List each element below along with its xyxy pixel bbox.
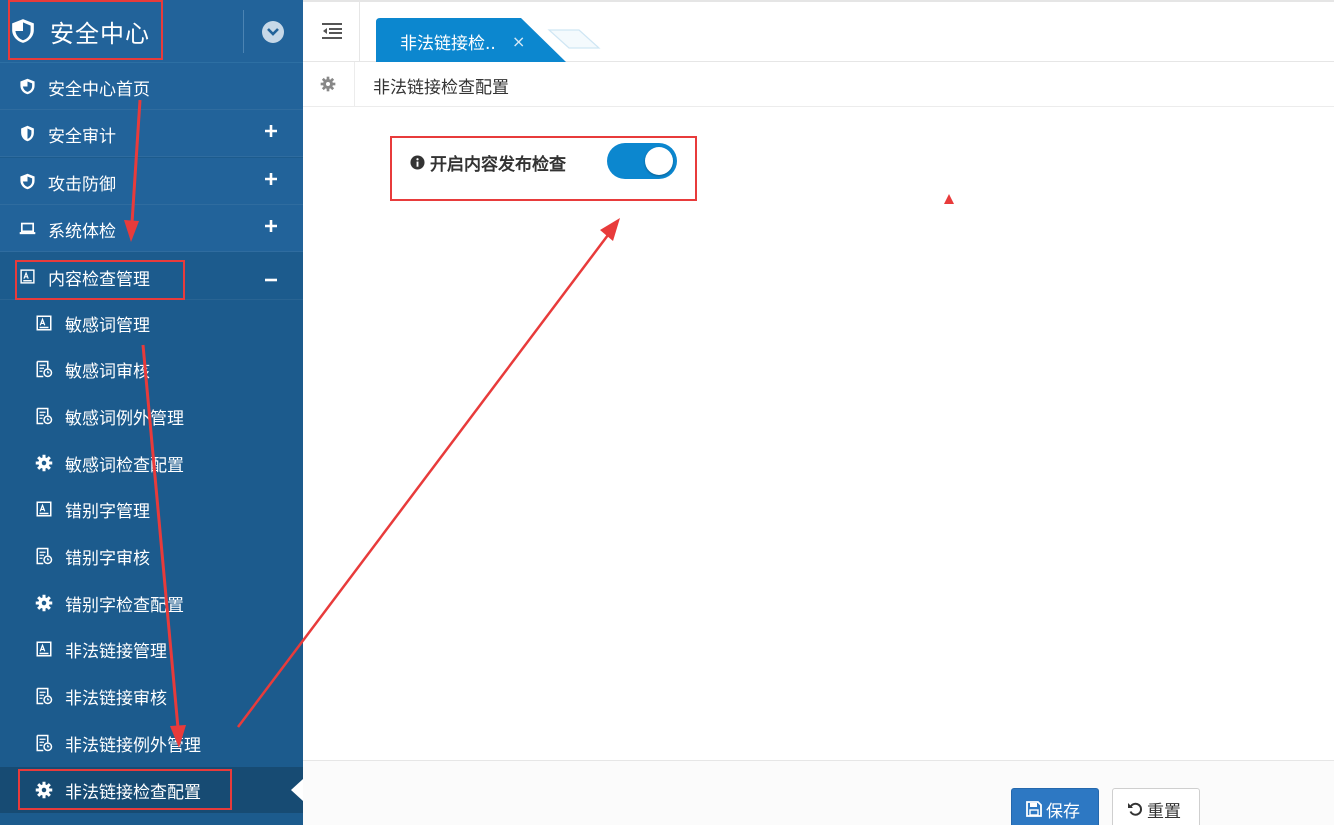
plus-icon[interactable] [264, 124, 278, 138]
plus-icon[interactable] [264, 219, 278, 233]
sidebar-subitem-typo-config[interactable]: 错别字检查配置 [0, 580, 303, 626]
document-a-icon [36, 501, 52, 517]
sidebar-subitem-sensitive-word-config[interactable]: 敏感词检查配置 [0, 440, 303, 486]
shield-half-icon [21, 125, 34, 142]
sidebar-subitem-illegal-link-exception[interactable]: 非法链接例外管理 [0, 720, 303, 766]
breadcrumb: 非法链接检查配置 [303, 62, 1334, 107]
close-icon[interactable]: × [512, 32, 525, 51]
sidebar-subitem-label: 非法链接管理 [65, 642, 167, 662]
sidebar-subitem-label: 敏感词检查配置 [65, 456, 184, 476]
sidebar-subitem-label: 错别字检查配置 [65, 596, 184, 616]
collapse-button[interactable] [262, 21, 284, 43]
sidebar-subitem-sensitive-word-manage[interactable]: 敏感词管理 [0, 300, 303, 346]
header-divider [243, 10, 244, 53]
save-button[interactable]: 保存 [1011, 788, 1099, 825]
menu-toggle-button[interactable] [303, 2, 360, 62]
document-a-icon [36, 641, 52, 657]
annotation-box-toggle-field [390, 136, 697, 201]
document-clock-icon [36, 687, 53, 705]
shield-icon [20, 78, 35, 95]
undo-icon [1128, 802, 1143, 816]
form-footer: 保存 重置 [303, 760, 1334, 825]
save-button-label: 保存 [1046, 801, 1080, 822]
sidebar-subitem-label: 错别字管理 [65, 502, 150, 522]
sidebar-item-label: 安全中心首页 [48, 80, 150, 100]
sidebar-subitem-sensitive-word-review[interactable]: 敏感词审核 [0, 346, 303, 392]
sidebar-item-label: 安全审计 [48, 127, 116, 147]
sidebar-item-label: 系统体检 [48, 222, 116, 242]
sidebar-subitem-illegal-link-review[interactable]: 非法链接审核 [0, 673, 303, 719]
breadcrumb-current: 非法链接检查配置 [373, 78, 509, 98]
sidebar-subitem-label: 非法链接审核 [65, 689, 167, 709]
tab-blank[interactable] [547, 18, 607, 62]
tab-shape [547, 29, 601, 49]
reset-button[interactable]: 重置 [1112, 788, 1200, 825]
document-a-icon [36, 315, 52, 331]
document-clock-icon [36, 360, 53, 378]
sidebar-item-security-home[interactable]: 安全中心首页 [0, 63, 303, 110]
sidebar-subitem-label: 非法链接例外管理 [65, 736, 201, 756]
sidebar-item-system-check[interactable]: 系统体检 [0, 205, 303, 252]
sidebar-item-security-audit[interactable]: 安全审计 [0, 110, 303, 157]
sidebar-subitem-illegal-link-manage[interactable]: 非法链接管理 [0, 626, 303, 672]
indent-icon [322, 23, 342, 39]
gear-icon [35, 594, 53, 612]
reset-button-label: 重置 [1147, 801, 1181, 822]
document-clock-icon [36, 734, 53, 752]
laptop-icon [19, 222, 36, 235]
document-clock-icon [36, 547, 53, 565]
chevron-down-icon [267, 28, 279, 36]
sidebar-item-attack-defense[interactable]: 攻击防御 [0, 158, 303, 205]
sidebar-subitem-typo-manage[interactable]: 错别字管理 [0, 486, 303, 532]
sidebar-subitem-label: 敏感词管理 [65, 316, 150, 336]
sidebar-item-label: 攻击防御 [48, 175, 116, 195]
plus-icon[interactable] [264, 172, 278, 186]
sidebar-subitem-typo-review[interactable]: 错别字审核 [0, 533, 303, 579]
minus-icon[interactable] [264, 273, 278, 287]
main-content: 开启内容发布检查 [303, 107, 1334, 760]
annotation-box-illegal-link-config [18, 769, 232, 810]
sidebar-subitem-sensitive-word-exception[interactable]: 敏感词例外管理 [0, 393, 303, 439]
save-icon [1026, 801, 1042, 817]
tab-illegal-link-config[interactable]: 非法链接检.. × [376, 18, 566, 62]
gear-icon [320, 76, 336, 92]
gear-icon [35, 454, 53, 472]
sidebar-subitem-label: 敏感词例外管理 [65, 409, 184, 429]
annotation-box-content-check [15, 260, 185, 300]
tab-label: 非法链接检.. [400, 34, 496, 54]
sidebar: 安全中心 安全中心首页 安全审计 攻击防御 系统体检 内容检查管理 敏感词管理 … [0, 0, 303, 825]
shield-icon [20, 173, 35, 190]
annotation-box-app-title [8, 0, 163, 60]
top-bar: 非法链接检.. × [303, 0, 1334, 62]
sidebar-subitem-label: 敏感词审核 [65, 362, 150, 382]
sidebar-subitem-label: 错别字审核 [65, 549, 150, 569]
document-clock-icon [36, 407, 53, 425]
breadcrumb-separator [354, 62, 355, 107]
